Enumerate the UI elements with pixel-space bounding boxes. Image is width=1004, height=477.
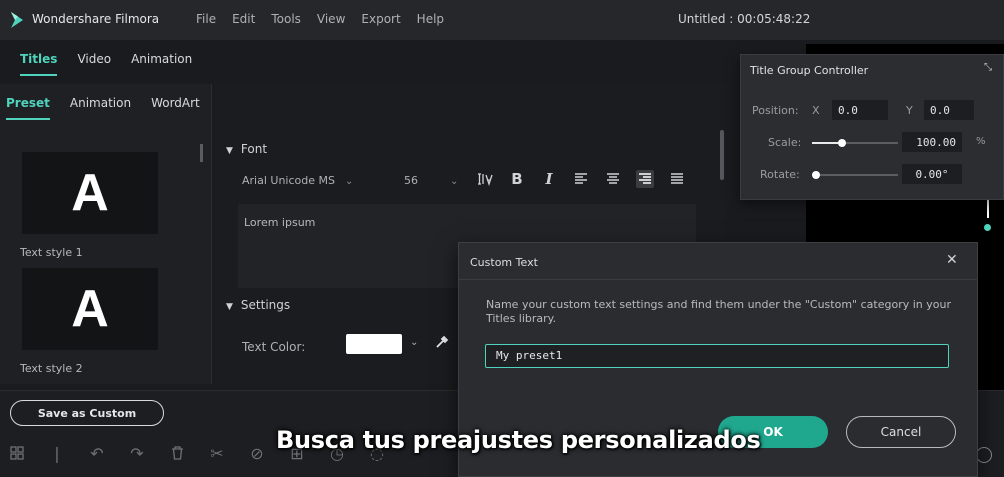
scale-unit: %: [976, 136, 986, 147]
font-section-title: Font: [240, 142, 268, 156]
preset-name-input[interactable]: My preset1: [485, 344, 949, 368]
tab-titles[interactable]: Titles: [20, 44, 58, 80]
dialog-description: Name your custom text settings and find …: [486, 298, 951, 325]
cut-icon[interactable]: ✂: [208, 444, 226, 463]
disable-icon[interactable]: ⊘: [248, 444, 266, 463]
play-icon[interactable]: [976, 447, 992, 463]
preset-label-2: Text style 2: [20, 362, 83, 375]
text-spacing-icon[interactable]: [476, 170, 494, 188]
main-tabs: Titles Video Animation: [0, 44, 210, 80]
position-x-input[interactable]: 0.0: [832, 100, 888, 120]
text-color-swatch[interactable]: [346, 334, 402, 354]
cancel-button[interactable]: Cancel: [846, 416, 956, 448]
tab-preset[interactable]: Preset: [6, 86, 50, 124]
dialog-title: Custom Text: [470, 256, 538, 269]
rotate-handle[interactable]: [984, 224, 991, 231]
close-icon[interactable]: ✕: [946, 252, 958, 268]
menu-export[interactable]: Export: [361, 12, 400, 26]
rotate-slider-knob[interactable]: [812, 171, 820, 179]
save-as-custom-button[interactable]: Save as Custom: [10, 400, 164, 426]
scale-input[interactable]: 100.00: [902, 132, 962, 152]
caret-down-icon: ▼: [226, 146, 233, 156]
bold-icon[interactable]: B: [508, 170, 526, 188]
menu-file[interactable]: File: [196, 12, 216, 26]
align-justify-icon[interactable]: [668, 170, 686, 188]
rotate-label: Rotate:: [760, 168, 800, 181]
app-name: Wondershare Filmora: [32, 12, 160, 26]
rotate-input[interactable]: 0.00°: [902, 164, 962, 184]
settings-section-header[interactable]: ▼ Settings: [226, 298, 290, 312]
tab-video[interactable]: Video: [77, 44, 111, 80]
undo-icon[interactable]: ↶: [88, 444, 106, 463]
preset-thumbnail-2[interactable]: A: [22, 268, 158, 350]
rotate-slider-track[interactable]: [812, 174, 898, 176]
layout-grid-icon[interactable]: [8, 444, 26, 462]
position-x-label: X: [812, 104, 820, 117]
menu-view[interactable]: View: [317, 12, 345, 26]
menu-tools[interactable]: Tools: [271, 12, 301, 26]
video-caption: Busca tus preajustes personalizados: [276, 426, 761, 454]
properties-scrollbar[interactable]: [720, 130, 724, 180]
divider-icon: |: [54, 443, 60, 463]
eyedropper-icon[interactable]: [434, 334, 450, 350]
tab-animation[interactable]: Animation: [131, 44, 192, 80]
project-title: Untitled : 00:05:48:22: [678, 12, 811, 26]
position-y-label: Y: [906, 104, 913, 117]
settings-section-title: Settings: [240, 298, 291, 312]
scale-slider-knob[interactable]: [838, 139, 846, 147]
caret-down-icon: ▼: [226, 302, 233, 312]
menu-edit[interactable]: Edit: [232, 12, 255, 26]
text-color-label: Text Color:: [242, 340, 306, 354]
text-input-value: Lorem ipsum: [244, 216, 316, 229]
filmora-logo-icon: [11, 12, 23, 28]
align-center-icon[interactable]: [604, 170, 622, 188]
font-family-value: Arial Unicode MS: [242, 174, 335, 187]
sub-tabs: Preset Animation WordArt: [0, 86, 212, 124]
menu-bar: File Edit Tools View Export Help: [196, 12, 444, 26]
tab-wordart[interactable]: WordArt: [151, 86, 200, 124]
font-family-select[interactable]: Arial Unicode MS ⌄: [242, 174, 353, 187]
font-section-header[interactable]: ▼ Font: [226, 142, 267, 156]
scale-label: Scale:: [768, 136, 802, 149]
preset-scrollbar[interactable]: [200, 144, 203, 162]
menu-help[interactable]: Help: [417, 12, 444, 26]
redo-icon[interactable]: ↷: [128, 444, 146, 463]
preset-thumbnail-1[interactable]: A: [22, 152, 158, 234]
chevron-down-icon[interactable]: ⌄: [410, 337, 418, 348]
tab-sub-animation[interactable]: Animation: [70, 86, 131, 124]
chevron-down-icon: ⌄: [450, 176, 459, 187]
font-size-value: 56: [404, 174, 418, 187]
align-left-icon[interactable]: [572, 170, 590, 188]
tgc-title: Title Group Controller: [750, 64, 869, 77]
position-y-input[interactable]: 0.0: [924, 100, 974, 120]
preset-label-1: Text style 1: [20, 246, 83, 259]
font-size-select[interactable]: 56 ⌄: [404, 174, 458, 187]
format-toolbar: B I: [476, 170, 686, 188]
align-right-icon[interactable]: [636, 170, 654, 188]
italic-icon[interactable]: I: [540, 170, 558, 188]
chevron-down-icon: ⌄: [344, 176, 354, 187]
collapse-icon[interactable]: ⤡: [984, 62, 992, 73]
position-label: Position:: [752, 104, 799, 117]
delete-icon[interactable]: [168, 444, 186, 462]
